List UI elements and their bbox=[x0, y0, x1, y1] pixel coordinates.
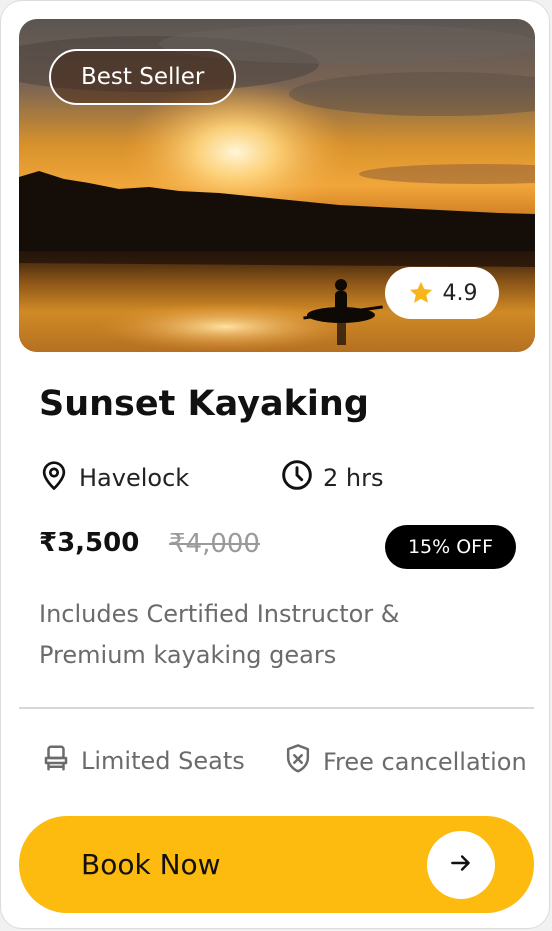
star-icon bbox=[407, 279, 435, 307]
current-price: ₹3,500 bbox=[39, 528, 140, 558]
activity-title: Sunset Kayaking bbox=[39, 384, 369, 424]
original-price: ₹4,000 bbox=[169, 529, 260, 559]
rating-badge: 4.9 bbox=[385, 267, 499, 319]
duration-text: 2 hrs bbox=[323, 464, 384, 492]
location-pin-icon bbox=[39, 459, 69, 497]
location-text: Havelock bbox=[79, 464, 190, 492]
rating-value: 4.9 bbox=[442, 280, 478, 306]
free-cancellation-feature: Free cancellation bbox=[283, 743, 527, 781]
best-seller-label: Best Seller bbox=[81, 64, 205, 90]
arrow-button[interactable] bbox=[427, 831, 495, 899]
seat-icon bbox=[41, 743, 71, 779]
book-now-button[interactable]: Book Now bbox=[19, 816, 534, 913]
divider bbox=[19, 707, 534, 709]
duration-info: 2 hrs bbox=[281, 459, 383, 497]
clock-icon bbox=[281, 459, 313, 497]
book-now-label: Book Now bbox=[81, 848, 221, 881]
discount-label: 15% OFF bbox=[407, 536, 494, 558]
activity-card[interactable]: Best Seller 4.9 Sunset Kayaking Havelock bbox=[0, 0, 550, 929]
activity-description: Includes Certified Instructor & Premium … bbox=[39, 600, 400, 669]
best-seller-badge: Best Seller bbox=[49, 49, 237, 105]
limited-seats-feature: Limited Seats bbox=[41, 743, 245, 779]
limited-seats-label: Limited Seats bbox=[81, 747, 245, 775]
arrow-right-icon bbox=[448, 850, 474, 880]
location-info: Havelock bbox=[39, 459, 189, 497]
discount-badge: 15% OFF bbox=[385, 525, 516, 569]
free-cancellation-label: Free cancellation bbox=[323, 748, 527, 776]
shield-x-icon bbox=[283, 743, 313, 781]
hero-image: Best Seller 4.9 bbox=[19, 19, 535, 352]
